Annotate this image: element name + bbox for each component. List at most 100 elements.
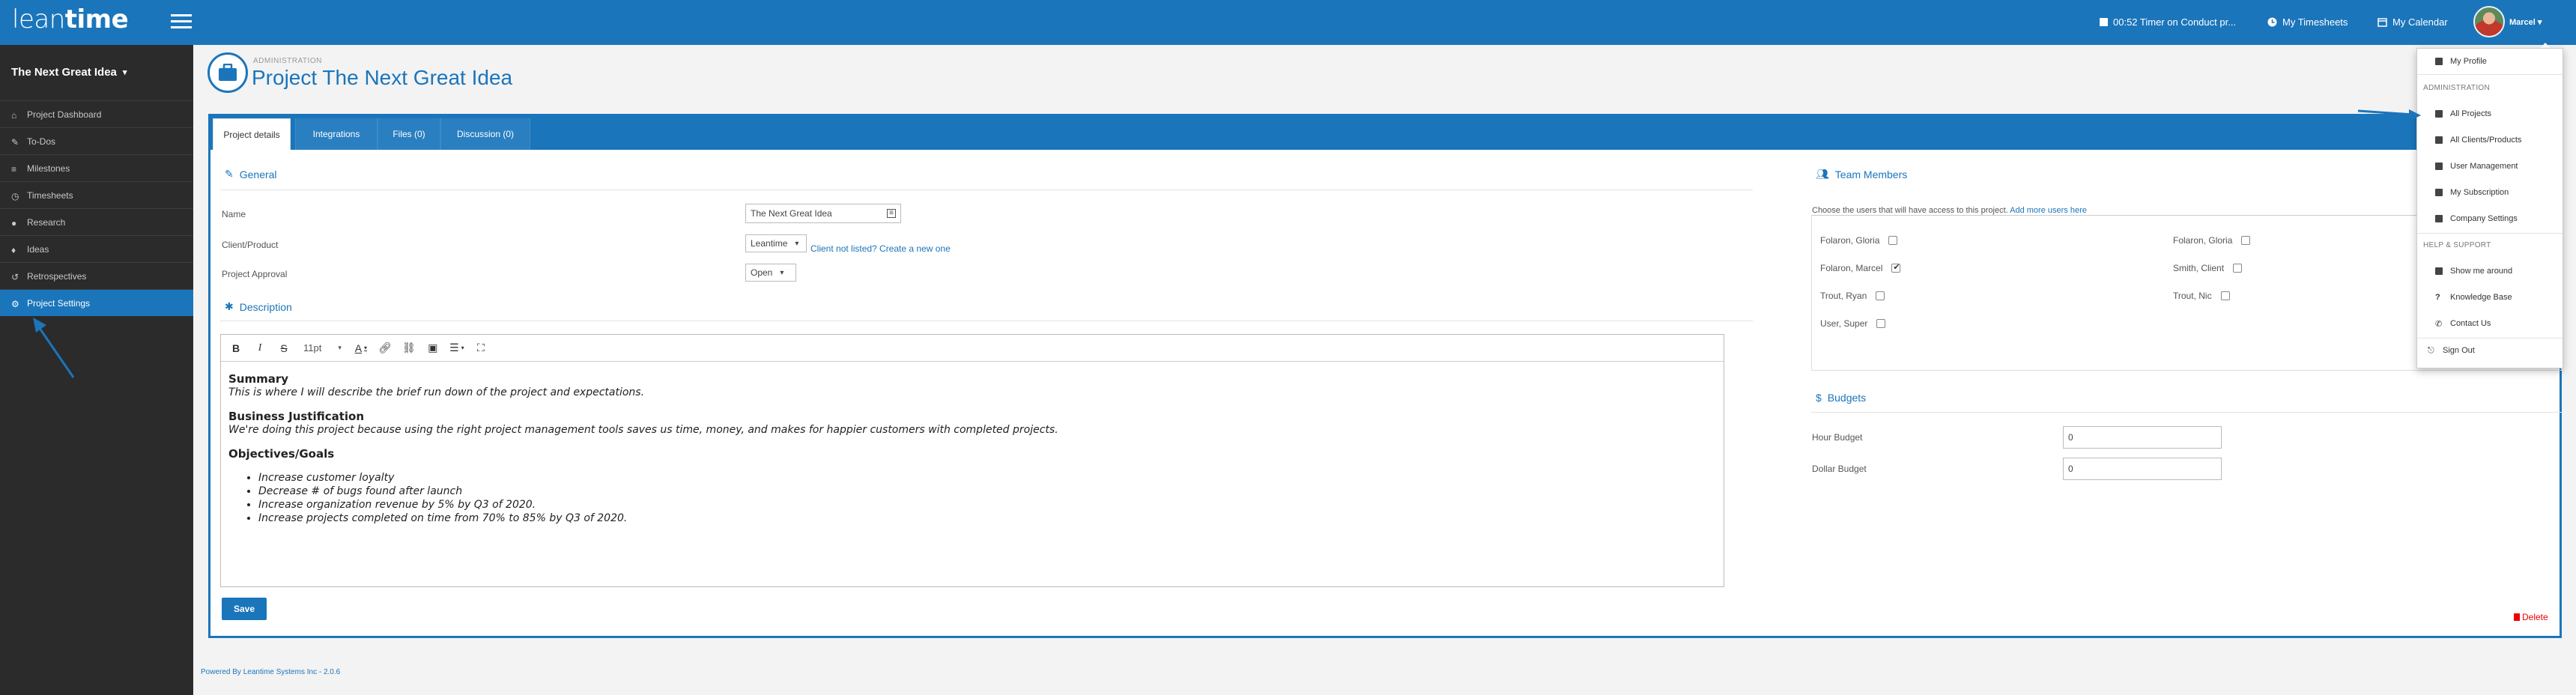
menu-toggle-icon[interactable]: [171, 14, 192, 31]
list-item: Increase customer loyalty: [258, 471, 1058, 485]
sidebar-item-project-settings[interactable]: ⚙ Project Settings: [0, 289, 193, 316]
sidebar-item-todos[interactable]: ✎ To-Dos: [0, 127, 193, 154]
project-name-input[interactable]: The Next Great Idea ≡: [745, 204, 901, 223]
dollar-icon: $: [1816, 392, 1822, 404]
list-icon: ≡: [887, 209, 896, 218]
fullscreen-icon[interactable]: ⛶: [470, 339, 491, 358]
bold-icon[interactable]: B: [225, 339, 246, 358]
divider: [2417, 74, 2563, 75]
menu-item-sign-out[interactable]: ⎋ Sign Out: [2417, 341, 2563, 360]
sidebar-item-project-dashboard[interactable]: ⌂ Project Dashboard: [0, 100, 193, 127]
stopwatch-icon: [2100, 18, 2108, 26]
menu-item-contact-us[interactable]: ✆ Contact Us: [2417, 314, 2563, 333]
menu-item-my-profile[interactable]: My Profile: [2417, 52, 2563, 71]
admin-heading: ADMINISTRATION: [2423, 84, 2491, 92]
list-item: Increase organization revenue by 5% by Q…: [258, 498, 1058, 512]
member-checkbox[interactable]: [2220, 291, 2230, 300]
building-icon: [2435, 136, 2443, 144]
delete-link[interactable]: Delete: [2514, 612, 2548, 622]
list-item: Increase projects completed on time from…: [258, 512, 1058, 525]
text-color-icon[interactable]: A ▾: [351, 339, 372, 358]
member-checkbox[interactable]: [1876, 319, 1886, 328]
editor-content[interactable]: Summary This is where I will describe th…: [228, 372, 1058, 525]
goals-list: Increase customer loyalty Decrease # of …: [258, 471, 1058, 525]
justification-text: We're doing this project because using t…: [228, 424, 1058, 436]
phone-icon: ✆: [2435, 319, 2443, 329]
member-checkbox[interactable]: [1891, 262, 1901, 273]
divider: [2417, 233, 2563, 234]
client-select[interactable]: Leantime: [745, 234, 807, 252]
sidebar-item-retrospectives[interactable]: ↺ Retrospectives: [0, 262, 193, 289]
menu-item-all-clients[interactable]: All Clients/Products: [2417, 130, 2563, 150]
member-smith-client[interactable]: Smith, Client: [2173, 263, 2243, 273]
bullet-list-icon[interactable]: ☰ ▾: [446, 339, 467, 358]
user-menu-toggle[interactable]: Marcel ▾: [2509, 17, 2542, 27]
users-icon: 👥︎: [1816, 168, 1829, 180]
tab-project-details[interactable]: Project details: [213, 118, 291, 150]
question-icon: ?: [2435, 293, 2440, 302]
menu-item-company-settings[interactable]: Company Settings: [2417, 209, 2563, 228]
member-checkbox[interactable]: [2233, 264, 2243, 273]
gear-icon: ⚙: [11, 299, 19, 309]
sidebar-item-timesheets[interactable]: ◷ Timesheets: [0, 181, 193, 208]
italic-icon[interactable]: I: [249, 339, 270, 358]
add-users-link[interactable]: Add more users here: [2010, 206, 2087, 215]
member-folaron-gloria[interactable]: Folaron, Gloria: [1820, 235, 1898, 246]
person-icon: ●: [11, 218, 17, 228]
user-icon: [2435, 58, 2443, 65]
create-client-link[interactable]: Client not listed? Create a new one: [810, 243, 951, 254]
footer-credit[interactable]: Powered By Leantime Systems Inc - 2.0.6: [201, 668, 340, 676]
font-size-select[interactable]: 11pt ▾: [297, 339, 348, 358]
project-switcher[interactable]: The Next Great Idea ▾: [11, 66, 127, 79]
avatar[interactable]: [2473, 6, 2505, 37]
member-trout-ryan[interactable]: Trout, Ryan: [1820, 291, 1885, 301]
dollar-budget-input[interactable]: 0: [2063, 458, 2222, 480]
trash-icon: [2514, 613, 2520, 621]
caret-down-icon: ▾: [122, 68, 127, 77]
leantime-logo[interactable]: leantime: [12, 4, 129, 34]
image-icon[interactable]: ▣: [422, 339, 443, 358]
home-icon: ⌂: [11, 110, 17, 121]
menu-item-all-projects[interactable]: All Projects: [2417, 104, 2563, 124]
description-editor[interactable]: B I S 11pt ▾ A ▾ 🔗︎ ⛓︎ ▣ ☰ ▾ ⛶ Summary This…: [220, 334, 1724, 587]
link-icon[interactable]: 🔗︎: [375, 339, 396, 358]
goals-heading: Objectives/Goals: [228, 447, 335, 461]
client-label: Client/Product: [222, 240, 279, 250]
sidebar-item-research[interactable]: ● Research: [0, 208, 193, 235]
users-icon: [2435, 163, 2443, 170]
menu-item-my-subscription[interactable]: My Subscription: [2417, 183, 2563, 202]
member-folaron-marcel[interactable]: Folaron, Marcel: [1820, 262, 1901, 273]
my-calendar-link[interactable]: My Calendar: [2378, 16, 2448, 28]
divider: [2417, 338, 2563, 339]
summary-heading: Summary: [228, 372, 289, 386]
edit-icon: ✎: [225, 168, 234, 180]
tab-bar: [208, 114, 2562, 150]
menu-item-user-management[interactable]: User Management: [2417, 157, 2563, 176]
timer-link[interactable]: 00:52 Timer on Conduct pr...: [2100, 16, 2236, 28]
hour-budget-input[interactable]: 0: [2063, 426, 2222, 449]
unlink-icon[interactable]: ⛓︎: [398, 339, 419, 358]
tab-integrations[interactable]: Integrations: [295, 118, 378, 150]
member-user-super[interactable]: User, Super: [1820, 318, 1886, 329]
member-folaron-gloria-2[interactable]: Folaron, Gloria: [2173, 235, 2251, 246]
member-checkbox[interactable]: [2241, 236, 2251, 245]
tab-discussion[interactable]: Discussion (0): [440, 118, 530, 150]
tab-files[interactable]: Files (0): [378, 118, 440, 150]
member-trout-nic[interactable]: Trout, Nic: [2173, 291, 2230, 301]
briefcase-icon: [207, 52, 248, 93]
save-button[interactable]: Save: [222, 598, 267, 620]
sidebar-item-milestones[interactable]: ≡ Milestones: [0, 154, 193, 181]
briefcase-icon: [2435, 110, 2443, 118]
credit-card-icon: [2435, 189, 2443, 196]
member-checkbox[interactable]: [1888, 236, 1898, 245]
approval-select[interactable]: Open: [745, 264, 796, 282]
strikethrough-icon[interactable]: S: [273, 339, 294, 358]
divider: [220, 189, 1753, 190]
my-timesheets-link[interactable]: My Timesheets: [2267, 16, 2348, 28]
menu-item-show-me-around[interactable]: Show me around: [2417, 261, 2563, 281]
justification-heading: Business Justification: [228, 410, 365, 423]
member-checkbox[interactable]: [1876, 291, 1885, 300]
editor-toolbar: B I S 11pt ▾ A ▾ 🔗︎ ⛓︎ ▣ ☰ ▾ ⛶: [221, 335, 1724, 362]
sidebar-item-ideas[interactable]: ♦ Ideas: [0, 235, 193, 262]
menu-item-knowledge-base[interactable]: ? Knowledge Base: [2417, 288, 2563, 307]
